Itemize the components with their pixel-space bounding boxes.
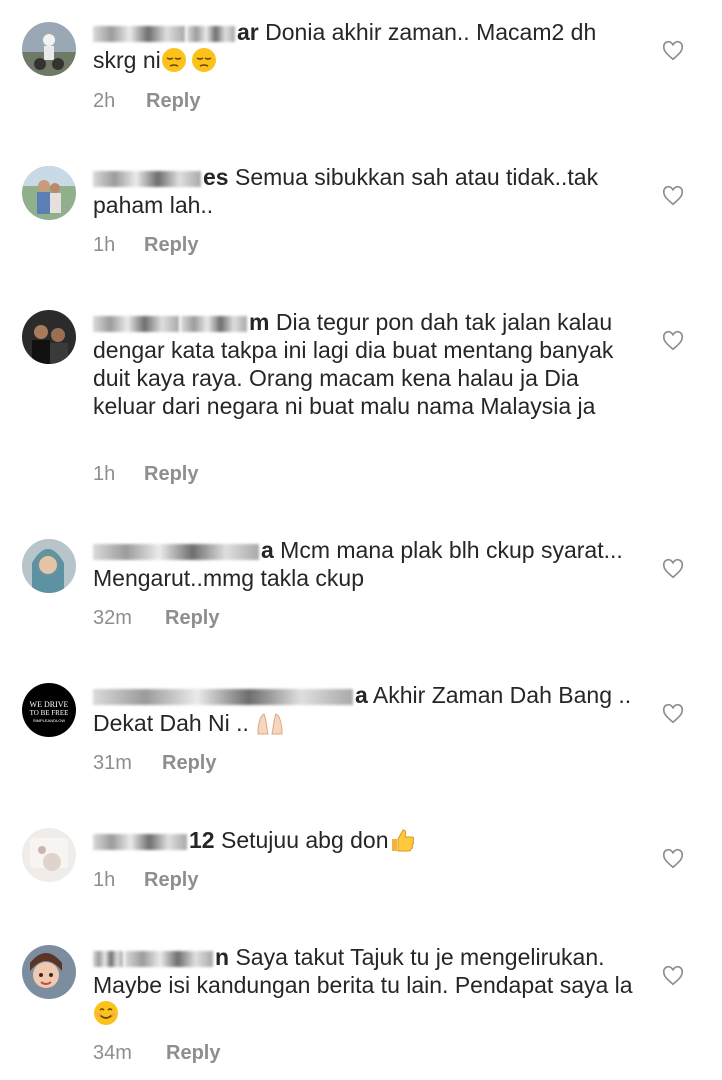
blurred-username — [93, 950, 123, 967]
comment-text: 12 Setujuu abg don — [93, 826, 633, 854]
heart-icon[interactable] — [662, 40, 684, 62]
blurred-username — [93, 25, 185, 42]
timestamp: 1h — [93, 234, 116, 256]
username[interactable]: a — [93, 682, 368, 708]
avatar[interactable] — [22, 166, 76, 220]
blurred-username — [93, 170, 201, 187]
comment-text: m Dia tegur pon dah tak jalan kalau deng… — [93, 309, 614, 419]
blurred-username — [181, 315, 247, 332]
avatar[interactable] — [22, 310, 76, 364]
blurred-username — [93, 543, 259, 560]
reply-button[interactable]: Reply — [162, 752, 216, 775]
blurred-username — [93, 315, 179, 332]
avatar-logo-line3: SIMPLEANDLOW — [33, 718, 65, 723]
comment-text: es Semua sibukkan sah atau tidak..tak pa… — [93, 164, 599, 218]
username[interactable]: ar — [93, 19, 259, 45]
reply-button[interactable]: Reply — [144, 463, 198, 486]
comment-meta: 1h Reply — [93, 869, 198, 892]
pensive-face-icon — [161, 48, 186, 72]
username[interactable]: a — [93, 537, 274, 563]
username[interactable]: es — [93, 164, 229, 190]
reply-button[interactable]: Reply — [144, 234, 198, 257]
blurred-username — [187, 25, 235, 42]
comment-text: ar Donia akhir zaman.. Macam2 dh skrg ni — [93, 19, 597, 73]
timestamp: 32m — [93, 607, 132, 629]
heart-icon[interactable] — [662, 703, 684, 725]
username[interactable]: 12 — [93, 827, 215, 853]
avatar[interactable] — [22, 539, 76, 593]
username[interactable]: m — [93, 309, 269, 335]
comment-text: n Saya takut Tajuk tu je mengelirukan. M… — [93, 943, 633, 1027]
blurred-username — [93, 688, 353, 705]
avatar[interactable]: WE DRIVE TO BE FREE SIMPLEANDLOW — [22, 683, 76, 737]
username[interactable]: n — [93, 944, 229, 970]
heart-icon[interactable] — [662, 848, 684, 870]
avatar[interactable] — [22, 22, 76, 76]
heart-icon[interactable] — [662, 965, 684, 987]
reply-button[interactable]: Reply — [166, 1042, 220, 1065]
comment-meta: 32m Reply — [93, 607, 219, 630]
heart-icon[interactable] — [662, 558, 684, 580]
avatar-logo-line1: WE DRIVE — [30, 700, 69, 709]
comment-meta: 1h Reply — [93, 234, 198, 257]
heart-icon[interactable] — [662, 330, 684, 352]
comment-text: a Mcm mana plak blh ckup syarat... Menga… — [93, 537, 623, 591]
timestamp: 1h — [93, 463, 116, 485]
avatar[interactable] — [22, 828, 76, 882]
timestamp: 2h — [93, 90, 116, 112]
comment-text: a Akhir Zaman Dah Bang .. Dekat Dah Ni .… — [93, 682, 632, 736]
reply-button[interactable]: Reply — [165, 607, 219, 630]
comment-meta: 34m Reply — [93, 1042, 220, 1065]
comment-meta: 31m Reply — [93, 752, 216, 775]
blurred-username — [125, 950, 213, 967]
comment-meta: 2h Reply — [93, 90, 200, 113]
heart-icon[interactable] — [662, 185, 684, 207]
reply-button[interactable]: Reply — [144, 869, 198, 892]
timestamp: 1h — [93, 869, 116, 891]
pensive-face-icon — [191, 48, 216, 72]
smiling-face-icon — [94, 1001, 118, 1025]
raised-hands-icon — [257, 713, 283, 735]
timestamp: 34m — [93, 1042, 132, 1064]
comment-meta: 1h Reply — [93, 463, 198, 486]
thumbs-up-icon — [391, 829, 414, 852]
avatar-logo-line2: TO BE FREE — [30, 709, 69, 717]
reply-button[interactable]: Reply — [146, 90, 200, 113]
timestamp: 31m — [93, 752, 132, 774]
blurred-username — [93, 833, 187, 850]
avatar[interactable] — [22, 945, 76, 999]
